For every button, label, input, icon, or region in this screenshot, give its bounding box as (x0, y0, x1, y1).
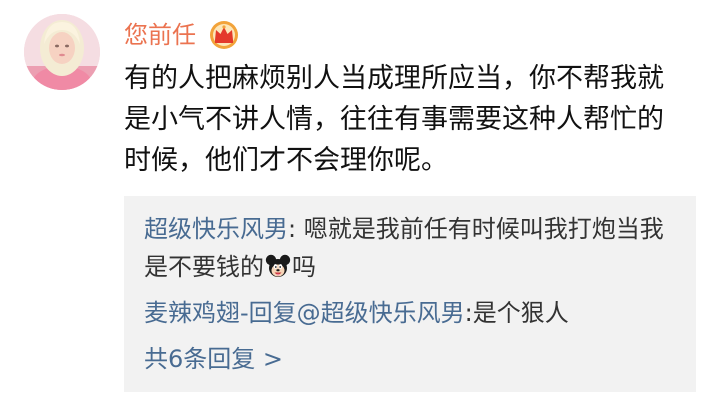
mickey-mouse-emoji-icon (265, 254, 291, 277)
reply-separator: : (288, 215, 304, 243)
reply-author-link[interactable]: 超级快乐风男 (144, 215, 288, 243)
comment-author-name[interactable]: 您前任 (124, 18, 196, 52)
reply-item: 超级快乐风男: 嗯就是我前任有时候叫我打炮当我是不要钱的 吗 (144, 210, 680, 286)
reply-text: 是个狠人 (472, 299, 569, 327)
crown-badge-icon (210, 21, 238, 49)
mention-link[interactable]: @超级快乐风男 (297, 299, 465, 327)
reply-text-suffix: 吗 (292, 253, 316, 281)
reply-item: 麦辣鸡翅-回复@超级快乐风男:是个狠人 (144, 294, 569, 332)
avatar[interactable] (24, 14, 100, 90)
reply-thread: 超级快乐风男: 嗯就是我前任有时候叫我打炮当我是不要钱的 吗 麦辣鸡翅-回复@超… (124, 196, 696, 392)
reply-label: -回复 (240, 299, 297, 327)
comment-text: 有的人把麻烦别人当成理所应当，你不帮我就是小气不讲人情，往往有事需要这种人帮忙的… (124, 63, 664, 176)
reply-author-link[interactable]: 麦辣鸡翅 (144, 299, 240, 327)
reply-separator: : (464, 299, 473, 327)
view-more-replies-link[interactable]: 共6条回复 > (144, 342, 283, 376)
